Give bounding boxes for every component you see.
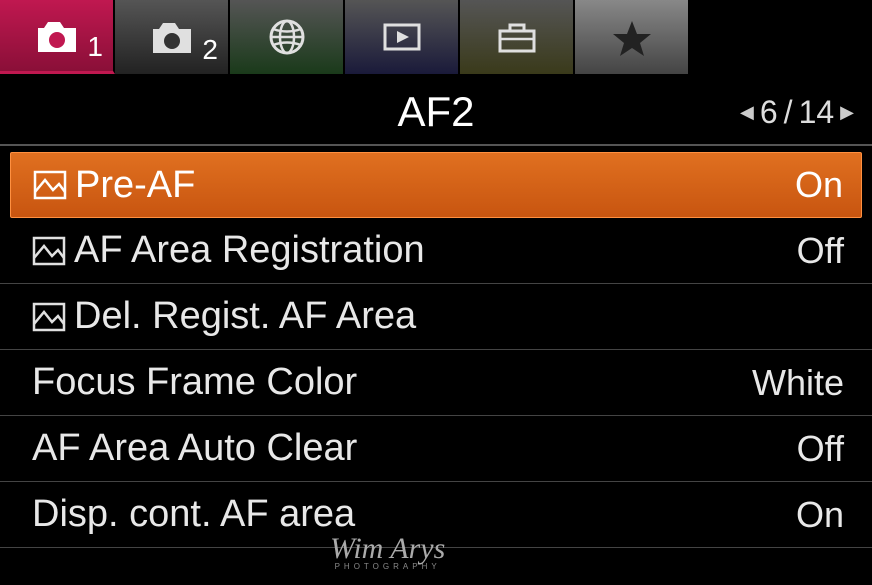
tab-setup[interactable] <box>460 0 575 74</box>
menu-item-disp-cont-af-area[interactable]: Disp. cont. AF area On <box>0 482 872 548</box>
tab-badge-1: 1 <box>87 31 103 63</box>
menu-item-del-regist-af-area[interactable]: Del. Regist. AF Area <box>0 284 872 350</box>
tab-badge-2: 2 <box>202 34 218 66</box>
star-icon <box>607 17 657 57</box>
camera-icon <box>147 17 197 57</box>
tab-favorites[interactable] <box>575 0 690 74</box>
menu-item-label: Disp. cont. AF area <box>32 493 355 536</box>
tab-camera-1[interactable]: 1 <box>0 0 115 74</box>
still-image-icon <box>32 302 66 332</box>
menu-item-af-area-registration[interactable]: AF Area Registration Off <box>0 218 872 284</box>
page-title: AF2 <box>397 88 474 136</box>
menu-item-pre-af[interactable]: Pre-AF On <box>10 152 862 218</box>
camera-icon <box>32 16 82 56</box>
page-indicator[interactable]: ◀ 6/14 ▶ <box>740 94 854 131</box>
page-total: 14 <box>799 94 835 131</box>
menu-item-value: On <box>795 164 843 206</box>
still-image-icon <box>32 236 66 266</box>
toolbox-icon <box>492 17 542 57</box>
menu-item-label: Focus Frame Color <box>32 361 357 404</box>
menu-item-af-area-auto-clear[interactable]: AF Area Auto Clear Off <box>0 416 872 482</box>
menu-item-value: On <box>796 494 844 536</box>
tab-camera-2[interactable]: 2 <box>115 0 230 74</box>
menu-item-value: White <box>752 362 844 404</box>
menu-item-focus-frame-color[interactable]: Focus Frame Color White <box>0 350 872 416</box>
menu-list: Pre-AF On AF Area Registration Off Del. … <box>0 146 872 548</box>
still-image-icon <box>33 170 67 200</box>
menu-item-label: AF Area Registration <box>74 229 425 272</box>
watermark-sub: PHOTOGRAPHY <box>330 562 445 571</box>
menu-item-label: AF Area Auto Clear <box>32 427 357 470</box>
tab-bar: 1 2 <box>0 0 872 80</box>
menu-item-label: Pre-AF <box>75 164 195 207</box>
menu-item-label: Del. Regist. AF Area <box>74 295 416 338</box>
tab-playback[interactable] <box>345 0 460 74</box>
globe-icon <box>262 17 312 57</box>
menu-item-value: Off <box>797 230 844 272</box>
page-next-icon: ▶ <box>840 102 854 123</box>
tab-network[interactable] <box>230 0 345 74</box>
menu-header: AF2 ◀ 6/14 ▶ <box>0 80 872 146</box>
menu-item-value: Off <box>797 428 844 470</box>
page-current: 6 <box>760 94 778 131</box>
page-prev-icon: ◀ <box>740 102 754 123</box>
playback-icon <box>377 17 427 57</box>
